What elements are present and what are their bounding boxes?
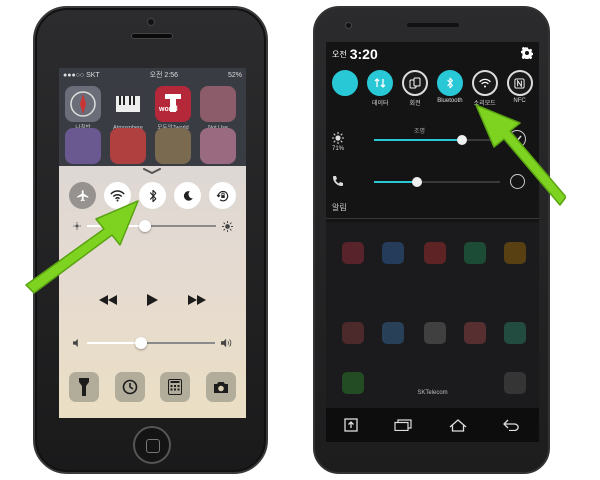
volume-knob[interactable] xyxy=(412,177,423,187)
app-icon xyxy=(464,242,486,264)
speaker-high-icon xyxy=(221,338,232,348)
sun-large-icon xyxy=(222,220,233,232)
volume-track[interactable] xyxy=(87,337,215,349)
brightness-fill xyxy=(374,139,464,141)
back-icon[interactable] xyxy=(502,419,521,431)
flashlight-icon xyxy=(79,378,89,396)
ios-carrier: ●●●○○ SKT xyxy=(63,71,100,79)
app-icon xyxy=(382,322,404,344)
bluetooth-icon xyxy=(436,70,463,96)
screenshot-icon[interactable] xyxy=(344,418,358,432)
rotation-icon xyxy=(402,70,429,96)
ios-time: 오전 2:56 xyxy=(149,72,179,79)
app-icon[interactable] xyxy=(65,128,101,164)
tile-label: 회전 xyxy=(409,101,421,107)
chevron-down-icon[interactable] xyxy=(143,168,161,174)
volume-slider[interactable] xyxy=(73,337,233,349)
rotation-lock-toggle[interactable] xyxy=(209,182,236,209)
bluetooth-icon xyxy=(149,189,156,202)
front-camera xyxy=(147,18,155,26)
camera-icon xyxy=(213,381,228,393)
control-center-shortcuts xyxy=(69,372,236,402)
brightness-caption: 조명 xyxy=(414,129,426,135)
tile-label: Bluetooth xyxy=(437,98,463,104)
fast-forward-icon[interactable] xyxy=(188,295,206,305)
app-icon xyxy=(342,322,364,344)
earpiece-speaker xyxy=(131,33,173,39)
camera-button[interactable] xyxy=(205,372,236,402)
piano-app-icon[interactable]: Atmosphere xyxy=(110,86,146,131)
app-icon xyxy=(342,242,364,264)
tworld-wordmark: world xyxy=(159,106,178,113)
carrier-label: SKTelecom xyxy=(417,390,448,396)
timer-icon xyxy=(122,379,137,395)
app-icon xyxy=(424,242,446,264)
dimmed-home-screen xyxy=(326,222,539,408)
app-icon[interactable] xyxy=(110,128,146,164)
compass-app-icon[interactable]: 나침반 xyxy=(65,86,101,131)
ios-status-bar: ●●●○○ SKT 오전 2:56 52% xyxy=(59,68,246,82)
timer-button[interactable] xyxy=(114,372,145,402)
data-arrows-icon xyxy=(367,70,394,96)
rotation-lock-icon xyxy=(216,190,228,201)
speaker-low-icon xyxy=(73,339,78,347)
navigation-bar xyxy=(326,408,539,442)
map-app-icon xyxy=(382,242,404,264)
recent-apps-icon[interactable] xyxy=(394,419,412,431)
arrow-pointer-icon xyxy=(475,104,566,206)
android-time: 3:20 xyxy=(349,46,378,62)
app-icon xyxy=(504,322,526,344)
app-icon[interactable] xyxy=(200,128,236,164)
app-icon xyxy=(504,242,526,264)
phone-ring-icon xyxy=(333,176,343,186)
partial-tile-icon xyxy=(332,70,359,96)
notifications-divider xyxy=(326,218,539,219)
app-icon xyxy=(464,322,486,344)
home-button[interactable] xyxy=(133,426,171,464)
volume-knob[interactable] xyxy=(134,337,147,349)
home-icon[interactable] xyxy=(449,418,467,432)
clock-app-icon xyxy=(424,322,446,344)
ios-battery: 52% xyxy=(227,71,242,79)
play-icon[interactable] xyxy=(147,294,158,306)
quick-tile-partial[interactable] xyxy=(328,70,363,107)
brightness-percent: 71% xyxy=(332,146,345,152)
calculator-icon xyxy=(168,379,183,395)
app-icon[interactable] xyxy=(155,128,191,164)
gear-icon[interactable] xyxy=(521,47,533,59)
ios-home-apps: 나침반 Atmosphere world 모두의Tworld Not Use xyxy=(65,86,241,164)
quick-tile-rotation[interactable]: 회전 xyxy=(398,70,433,107)
moon-icon xyxy=(183,190,193,201)
android-am-pm: 오전 xyxy=(332,49,347,59)
android-device: 오전 3:20 데이터 회전 Bluetooth 소리모드 NFC 71% 조명… xyxy=(313,6,550,474)
folder-app-icon[interactable]: Not Use xyxy=(200,86,236,131)
earpiece-speaker xyxy=(407,23,459,27)
calculator-button[interactable] xyxy=(160,372,191,402)
volume-fill xyxy=(87,342,141,344)
notifications-header: 알림 xyxy=(332,203,347,212)
tile-label: 데이터 xyxy=(371,101,389,107)
tworld-app-icon[interactable]: world 모두의Tworld xyxy=(155,86,191,131)
quick-tile-data[interactable]: 데이터 xyxy=(363,70,398,107)
flashlight-button[interactable] xyxy=(69,372,99,402)
do-not-disturb-toggle[interactable] xyxy=(174,182,201,209)
android-status-bar: 오전 3:20 xyxy=(326,42,539,66)
front-camera xyxy=(345,22,352,29)
arrow-pointer-icon xyxy=(25,200,139,294)
brightness-icon xyxy=(332,132,344,144)
